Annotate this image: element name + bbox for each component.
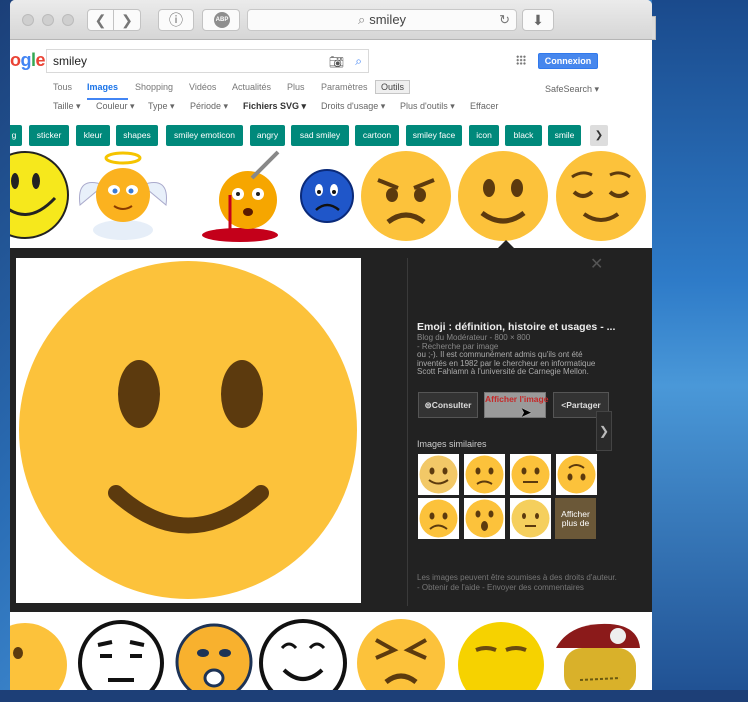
partager-label: Partager xyxy=(566,400,601,410)
similar-image[interactable] xyxy=(510,498,551,539)
chip[interactable]: angry xyxy=(250,125,285,146)
nav-buttons: ❮ ❯ xyxy=(87,9,141,31)
copyright-notice: Les images peuvent être soumises à des d… xyxy=(417,573,617,592)
result-description: ou ;-). Il est communément admis qu'ils … xyxy=(417,350,596,376)
image-results-row xyxy=(10,148,652,248)
result-title[interactable]: Emoji : définition, histoire et usages -… xyxy=(417,321,617,333)
connexion-button[interactable]: Connexion xyxy=(538,53,598,69)
thumb-persevering-smiley[interactable] xyxy=(354,618,448,690)
filter-taille[interactable]: Taille ▾ xyxy=(53,101,81,112)
adblock-button[interactable]: ABP xyxy=(202,9,240,31)
desktop-background xyxy=(652,0,748,702)
preview-smiley xyxy=(19,261,357,599)
thumb-sad-blue-smiley[interactable] xyxy=(299,168,355,224)
similar-image[interactable] xyxy=(510,454,551,495)
thumb-soldier-smiley[interactable] xyxy=(550,618,644,690)
result-source: Blog du Modérateur - 800 × 800 xyxy=(417,333,531,342)
image-results-row-2 xyxy=(10,612,652,690)
preview-image[interactable] xyxy=(16,258,361,603)
filter-fichiers-svg[interactable]: Fichiers SVG ▾ xyxy=(243,101,306,112)
tab-videos[interactable]: Vidéos xyxy=(189,82,216,92)
back-button[interactable]: ❮ xyxy=(87,9,114,31)
address-text: smiley xyxy=(369,12,407,27)
afficher-image-button[interactable]: Afficher l'image xyxy=(484,392,548,418)
zoom-window-button[interactable] xyxy=(62,14,74,26)
chip[interactable]: cartoon xyxy=(355,125,399,146)
filter-couleur[interactable]: Couleur ▾ xyxy=(96,101,135,112)
panel-divider xyxy=(407,258,408,606)
thumb-angry-smiley[interactable] xyxy=(360,150,452,242)
chip[interactable]: smiley emoticon xyxy=(166,125,243,146)
show-more-similar[interactable]: Afficher plus de xyxy=(555,498,596,539)
tab-plus[interactable]: Plus xyxy=(287,82,305,92)
reload-icon[interactable]: ↻ xyxy=(499,10,510,30)
close-window-button[interactable] xyxy=(22,14,34,26)
sidebar-button[interactable]: ⓘ xyxy=(158,9,194,31)
next-result-icon[interactable]: ❯ xyxy=(596,411,612,451)
thumb-slight-smile[interactable] xyxy=(456,150,550,242)
similar-image[interactable] xyxy=(464,498,505,539)
globe-icon: ⊜ xyxy=(424,400,432,410)
filter-type[interactable]: Type ▾ xyxy=(148,101,175,112)
thumb-angel-smiley[interactable] xyxy=(76,150,170,242)
address-bar[interactable]: ⌕ smiley ↻ xyxy=(247,9,517,31)
tab-parametres[interactable]: Paramètres xyxy=(321,82,368,92)
chip[interactable]: black xyxy=(505,125,542,146)
chip[interactable]: smile xyxy=(548,125,581,146)
result-meta: Blog du Modérateur - 800 × 800 - Recherc… xyxy=(417,333,530,351)
search-button-icon[interactable]: ⌕ xyxy=(355,50,362,72)
chip[interactable]: smiley face xyxy=(406,125,462,146)
similar-image[interactable] xyxy=(418,454,459,495)
thumb-unamused-outline[interactable] xyxy=(76,618,166,690)
apps-grid-icon[interactable] xyxy=(516,55,526,65)
forward-button[interactable]: ❯ xyxy=(114,9,141,31)
chip[interactable]: icon xyxy=(469,125,499,146)
search-input[interactable]: smiley 📷︎ ⌕ xyxy=(46,49,369,73)
downloads-button[interactable]: ⬇ xyxy=(522,9,554,31)
thumb-wink-smiley[interactable] xyxy=(10,620,70,690)
chip[interactable]: g xyxy=(10,125,22,146)
filter-periode[interactable]: Période ▾ xyxy=(190,101,228,112)
tab-images[interactable]: Images xyxy=(87,82,118,92)
thumb-sleepy-smiley[interactable] xyxy=(456,620,546,690)
adblock-icon: ABP xyxy=(214,12,230,28)
safesearch-menu[interactable]: SafeSearch ▾ xyxy=(545,84,599,95)
chip[interactable]: sad smiley xyxy=(291,125,349,146)
consulter-button[interactable]: ⊜Consulter xyxy=(418,392,478,418)
thumb-shocked-smiley[interactable] xyxy=(174,620,254,690)
chip[interactable]: sticker xyxy=(29,125,69,146)
active-tab-indicator xyxy=(87,98,128,100)
thumb-classic-smiley[interactable] xyxy=(10,148,70,243)
browser-window: ❮ ❯ ⓘ ABP ⌕ smiley ↻ ⬇ ogle smiley 📷︎ ⌕ C… xyxy=(10,0,652,690)
mouse-cursor-icon: ➤ xyxy=(520,404,532,420)
google-logo[interactable]: ogle xyxy=(10,50,46,71)
tab-tous[interactable]: Tous xyxy=(53,82,72,92)
camera-icon[interactable]: 📷︎ xyxy=(329,51,344,73)
related-chips: g sticker kleur shapes smiley emoticon a… xyxy=(10,125,610,147)
search-icon: ⌕ xyxy=(357,12,366,27)
filter-droits[interactable]: Droits d'usage ▾ xyxy=(321,101,385,112)
desktop-background-bottom xyxy=(0,690,748,702)
thumb-knife-smiley[interactable] xyxy=(200,150,290,242)
minimize-window-button[interactable] xyxy=(42,14,54,26)
similar-image[interactable] xyxy=(464,454,505,495)
thumb-relieved-smiley[interactable] xyxy=(554,150,648,242)
chip[interactable]: kleur xyxy=(76,125,110,146)
browser-toolbar: ❮ ❯ ⓘ ABP ⌕ smiley ↻ ⬇ xyxy=(10,0,652,40)
tab-shopping[interactable]: Shopping xyxy=(135,82,173,92)
tab-outils[interactable]: Outils xyxy=(375,80,411,94)
chip[interactable]: shapes xyxy=(116,125,158,146)
filter-effacer[interactable]: Effacer xyxy=(470,101,498,111)
filter-plus-outils[interactable]: Plus d'outils ▾ xyxy=(400,101,455,112)
close-panel-icon[interactable]: ✕ xyxy=(590,254,603,274)
similar-image[interactable] xyxy=(418,498,459,539)
image-detail-panel: ✕ Emoji : définition, histoire et usages… xyxy=(10,248,652,612)
tab-actualites[interactable]: Actualités xyxy=(232,82,271,92)
thumb-smile-outline[interactable] xyxy=(256,618,350,690)
search-query: smiley xyxy=(53,54,88,68)
chips-next-icon[interactable]: ❯ xyxy=(590,125,608,146)
similar-images-label: Images similaires xyxy=(417,439,487,449)
consulter-label: Consulter xyxy=(431,400,472,410)
similar-image[interactable] xyxy=(556,454,597,495)
